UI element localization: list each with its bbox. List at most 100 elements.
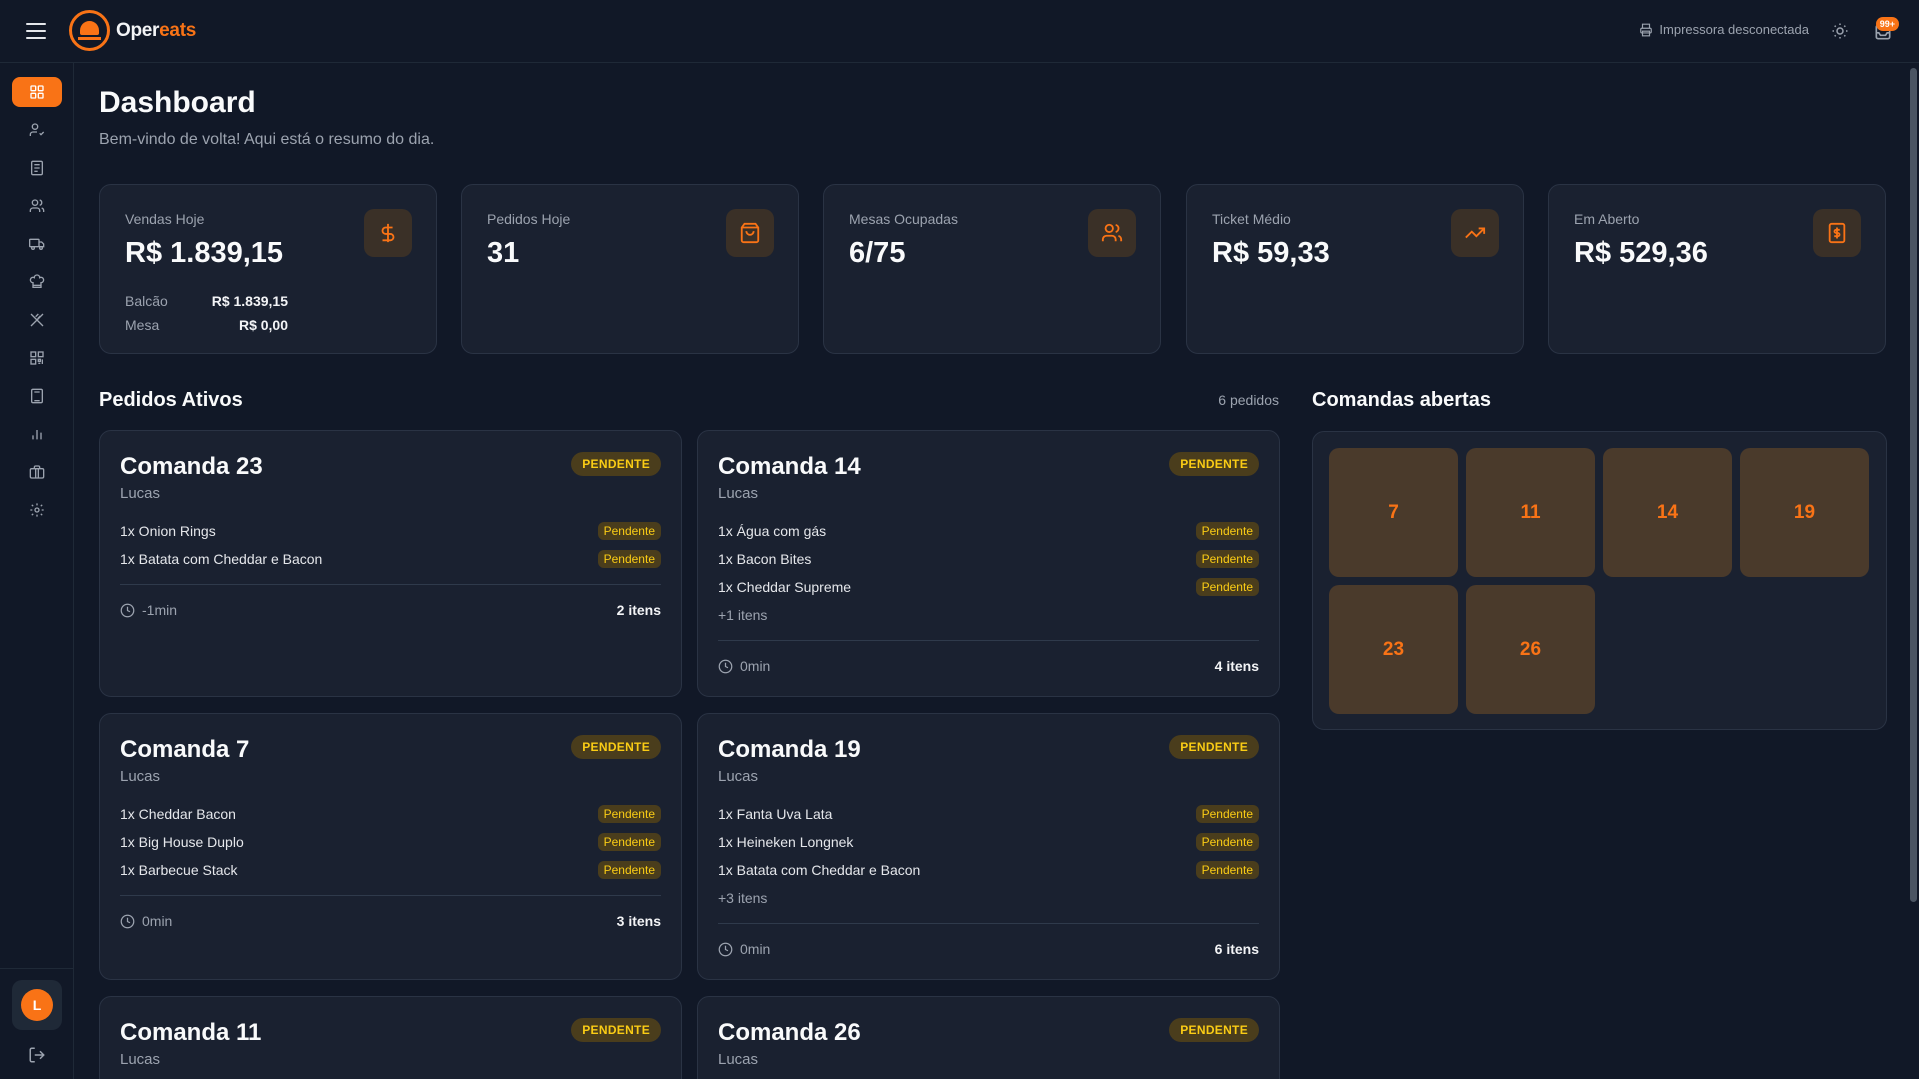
item-status-badge: Pendente (1195, 578, 1259, 596)
order-item-count: 6 itens (1214, 941, 1259, 957)
order-title: Comanda 19 (718, 736, 861, 763)
nav-attendants[interactable] (12, 115, 62, 145)
avatar: L (21, 989, 53, 1021)
status-badge: PENDENTE (571, 452, 661, 476)
nav-delivery[interactable] (12, 229, 62, 259)
nav-customers[interactable] (12, 191, 62, 221)
scrollbar-thumb[interactable] (1910, 68, 1917, 902)
nav-business[interactable] (12, 457, 62, 487)
order-elapsed-time: 0min (740, 658, 771, 674)
nav-dashboard[interactable] (12, 77, 62, 107)
open-tabs-panel: 7 11 14 19 23 26 (1312, 431, 1887, 730)
order-title: Comanda 11 (120, 1019, 262, 1046)
nav-reports[interactable] (12, 419, 62, 449)
item-status-badge: Pendente (1195, 522, 1259, 540)
order-card[interactable]: Comanda 11 Lucas PENDENTE (99, 996, 682, 1079)
open-tab-tile[interactable]: 14 (1603, 448, 1732, 577)
stat-card-orders: Pedidos Hoje 31 (461, 184, 799, 354)
open-tab-tile[interactable]: 26 (1466, 585, 1595, 714)
settings-gear-icon (30, 503, 44, 517)
status-badge: PENDENTE (571, 735, 661, 759)
order-title: Comanda 26 (718, 1019, 861, 1046)
brand-logo[interactable]: Opereats (69, 10, 196, 51)
item-name: 1x Cheddar Bacon (120, 806, 236, 822)
calculator-icon (31, 388, 43, 404)
order-card[interactable]: Comanda 26 Lucas PENDENTE (697, 996, 1280, 1079)
item-status-badge: Pendente (1195, 833, 1259, 851)
cloche-logo-icon (69, 10, 110, 51)
item-name: 1x Big House Duplo (120, 834, 244, 850)
order-divider (120, 584, 661, 585)
status-badge: PENDENTE (1169, 735, 1259, 759)
open-tab-tile[interactable]: 19 (1740, 448, 1869, 577)
order-elapsed-time: 0min (740, 941, 771, 957)
order-item-count: 2 itens (616, 602, 661, 618)
delivery-truck-icon (29, 238, 45, 250)
utensils-crossed-icon (30, 313, 44, 327)
order-elapsed-time: -1min (142, 602, 178, 618)
item-status-badge: Pendente (1195, 550, 1259, 568)
receipt-icon (31, 160, 43, 176)
order-item-count: 3 itens (616, 913, 661, 929)
open-tab-tile[interactable]: 7 (1329, 448, 1458, 577)
dashboard-grid-icon (30, 85, 44, 99)
breakdown-label: Mesa (125, 317, 160, 333)
stat-value: 6/75 (849, 237, 906, 269)
stat-card-sales: Vendas Hoje R$ 1.839,15 Balcão R$ 1.839,1… (99, 184, 437, 354)
page-subtitle: Bem-vindo de volta! Aqui está o resumo d… (99, 131, 435, 148)
sidebar-divider (0, 968, 74, 969)
nav-kitchen[interactable] (12, 267, 62, 297)
item-status-badge: Pendente (597, 861, 661, 879)
clock-icon (120, 914, 135, 928)
shopping-bag-icon (726, 209, 774, 257)
clock-icon (718, 659, 733, 673)
item-name: 1x Água com gás (718, 523, 827, 539)
order-card[interactable]: Comanda 14 Lucas PENDENTE 1x Água com gá… (697, 430, 1280, 697)
theme-toggle-sun-icon[interactable] (1831, 22, 1849, 40)
order-item: 1x Fanta Uva Lata Pendente (718, 800, 1259, 828)
order-item: 1x Onion Rings Pendente (120, 517, 661, 545)
breakdown-value: R$ 1.839,15 (211, 293, 288, 309)
qr-code-icon (30, 351, 44, 365)
user-menu[interactable]: L (12, 980, 62, 1030)
item-name: 1x Bacon Bites (718, 551, 812, 567)
printer-status-text: Impressora desconectada (1659, 22, 1809, 37)
briefcase-icon (29, 465, 45, 479)
printer-icon (1640, 23, 1653, 36)
order-item: 1x Batata com Cheddar e Bacon Pendente (718, 856, 1259, 884)
order-item-count: 4 itens (1214, 658, 1259, 674)
stat-label: Em Aberto (1574, 211, 1640, 227)
item-name: 1x Batata com Cheddar e Bacon (120, 551, 323, 567)
status-badge: PENDENTE (571, 1018, 661, 1042)
item-name: 1x Heineken Longnek (718, 834, 854, 850)
order-divider (718, 923, 1259, 924)
order-divider (718, 640, 1259, 641)
brand-name: Opereats (116, 19, 196, 41)
nav-menu[interactable] (12, 305, 62, 335)
active-orders-count: 6 pedidos (1218, 392, 1279, 408)
status-badge: PENDENTE (1169, 452, 1259, 476)
printer-status[interactable]: Impressora desconectada (1639, 22, 1809, 37)
item-name: 1x Onion Rings (120, 523, 216, 539)
item-name: 1x Fanta Uva Lata (718, 806, 833, 822)
stat-card-open: Em Aberto R$ 529,36 (1548, 184, 1886, 354)
nav-settings[interactable] (12, 495, 62, 525)
order-item: 1x Big House Duplo Pendente (120, 828, 661, 856)
page-title: Dashboard (99, 86, 256, 119)
menu-toggle-icon[interactable] (24, 20, 48, 42)
nav-cashier[interactable] (12, 381, 62, 411)
order-card[interactable]: Comanda 23 Lucas PENDENTE 1x Onion Rings… (99, 430, 682, 697)
nav-orders[interactable] (12, 153, 62, 183)
clock-icon (718, 942, 733, 956)
nav-qrcode[interactable] (12, 343, 62, 373)
sidebar: L (0, 63, 74, 1079)
stat-label: Vendas Hoje (125, 211, 205, 227)
item-status-badge: Pendente (597, 833, 661, 851)
more-items: +3 itens (718, 890, 768, 906)
logout-icon[interactable] (28, 1046, 46, 1064)
order-card[interactable]: Comanda 7 Lucas PENDENTE 1x Cheddar Baco… (99, 713, 682, 980)
open-tab-tile[interactable]: 11 (1466, 448, 1595, 577)
order-card[interactable]: Comanda 19 Lucas PENDENTE 1x Fanta Uva L… (697, 713, 1280, 980)
sales-breakdown: Balcão R$ 1.839,15 Mesa R$ 0,00 (125, 289, 288, 337)
open-tab-tile[interactable]: 23 (1329, 585, 1458, 714)
